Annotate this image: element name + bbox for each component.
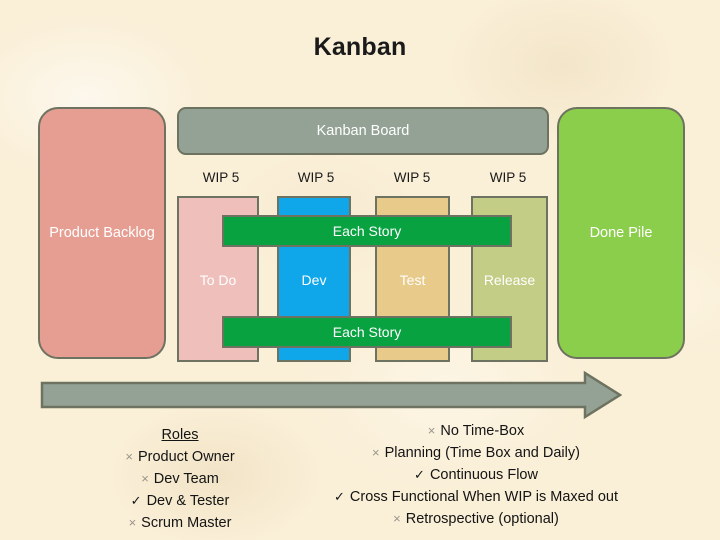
- check-mark-icon: ✓: [130, 493, 142, 508]
- each-story-bar-top-label: Each Story: [332, 223, 402, 239]
- each-story-bar-top: Each Story: [222, 215, 512, 247]
- practices-item-4-label: Retrospective (optional): [405, 511, 559, 527]
- board-column-dev-label: Dev: [301, 272, 327, 288]
- x-mark-icon: ×: [141, 471, 149, 486]
- page-title: Kanban: [313, 33, 407, 61]
- x-mark-icon: ×: [372, 445, 380, 460]
- practices-item-1: × Planning (Time Box and Daily): [296, 442, 656, 464]
- flow-arrow-icon: [40, 370, 622, 420]
- practices-list: × No Time-Box × Planning (Time Box and Dai…: [296, 420, 656, 530]
- x-mark-icon: ×: [427, 423, 436, 438]
- slide-canvas: Kanban Product Backlog Done Pile Kanban …: [0, 0, 720, 540]
- practices-item-4: × Retrospective (optional): [296, 508, 656, 530]
- product-backlog-panel: Product Backlog: [38, 107, 166, 359]
- practices-item-2: ✓ Continuous Flow: [296, 464, 656, 486]
- each-story-bar-bottom-label: Each Story: [332, 324, 402, 340]
- practices-item-2-label: Continuous Flow: [429, 467, 538, 483]
- practices-item-1-label: Planning (Time Box and Daily): [384, 445, 580, 461]
- check-mark-icon: ✓: [414, 467, 425, 482]
- roles-item-0-label: Product Owner: [137, 449, 235, 465]
- roles-item-1-label: Dev Team: [153, 471, 219, 487]
- roles-list: Roles × Product Owner × Dev Team ✓ Dev & Te…: [60, 425, 300, 534]
- practices-item-0-label: No Time-Box: [440, 423, 525, 439]
- wip-label-release: WIP 5: [489, 170, 527, 185]
- kanban-board-header-label: Kanban Board: [316, 122, 410, 139]
- x-mark-icon: ×: [393, 511, 401, 526]
- board-column-release-label: Release: [483, 272, 536, 288]
- practices-item-3-label: Cross Functional When WIP is Maxed out: [349, 489, 618, 505]
- done-pile-panel: Done Pile: [557, 107, 685, 359]
- wip-label-test: WIP 5: [393, 170, 431, 185]
- product-backlog-label: Product Backlog: [49, 224, 155, 241]
- board-column-todo-label: To Do: [199, 272, 237, 288]
- wip-label-dev: WIP 5: [297, 170, 335, 185]
- roles-heading: Roles: [60, 425, 300, 446]
- board-column-test-label: Test: [399, 272, 426, 288]
- roles-item-1: × Dev Team: [60, 468, 300, 490]
- roles-item-2: ✓ Dev & Tester: [60, 490, 300, 512]
- roles-heading-label: Roles: [161, 427, 199, 443]
- x-mark-icon: ×: [128, 515, 137, 530]
- roles-item-2-label: Dev & Tester: [146, 493, 230, 509]
- each-story-bar-bottom: Each Story: [222, 316, 512, 348]
- practices-item-3: ✓ Cross Functional When WIP is Maxed out: [296, 486, 656, 508]
- roles-item-3: × Scrum Master: [60, 512, 300, 534]
- roles-item-3-label: Scrum Master: [141, 515, 232, 531]
- x-mark-icon: ×: [125, 449, 133, 464]
- kanban-board-header: Kanban Board: [177, 107, 549, 155]
- done-pile-label: Done Pile: [589, 224, 653, 241]
- wip-label-todo: WIP 5: [202, 170, 240, 185]
- practices-item-0: × No Time-Box: [296, 420, 656, 442]
- check-mark-icon: ✓: [334, 489, 345, 504]
- roles-item-0: × Product Owner: [60, 446, 300, 468]
